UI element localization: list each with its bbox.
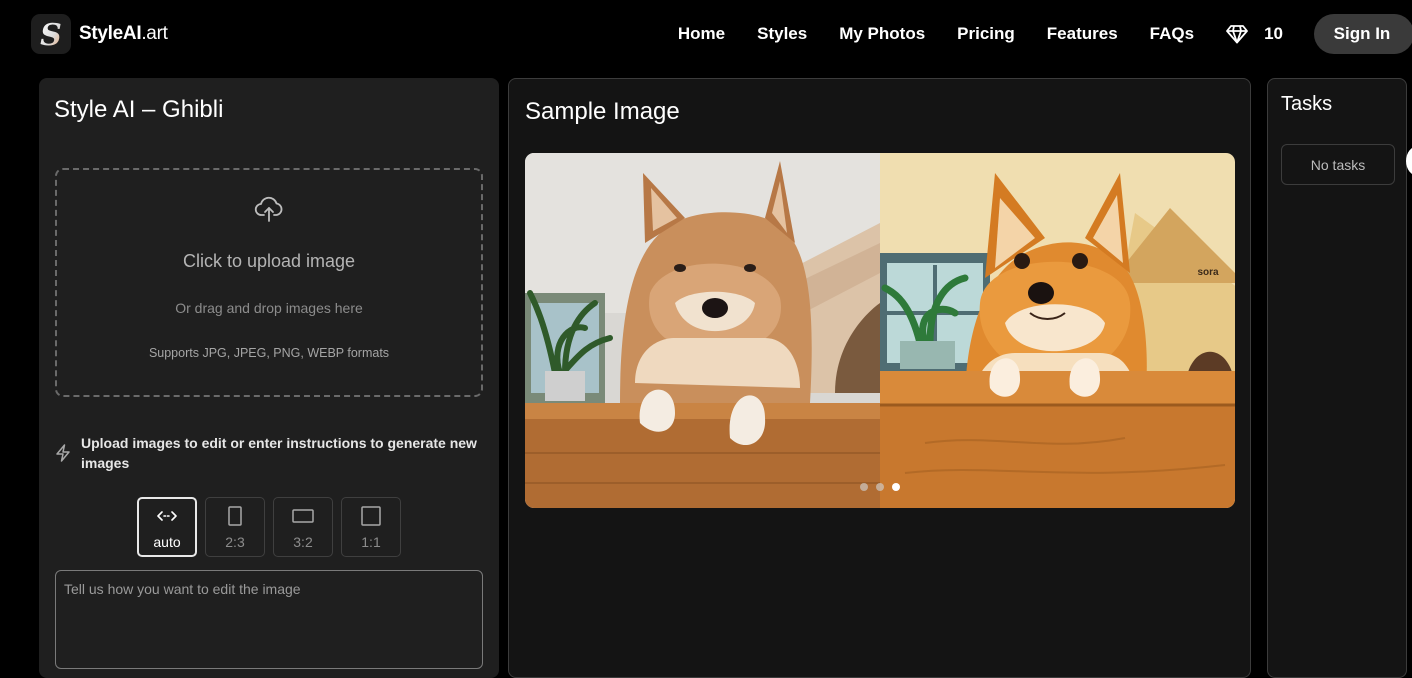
hint-row: Upload images to edit or enter instructi… xyxy=(55,433,485,473)
ghibli-illustration: sora xyxy=(880,153,1235,508)
credits-counter[interactable]: 10 xyxy=(1226,24,1283,44)
brand-logo[interactable]: S StyleAI.art xyxy=(31,14,168,54)
logo-mark: S xyxy=(31,14,71,54)
no-tasks-placeholder: No tasks xyxy=(1281,144,1395,185)
carousel-dots xyxy=(860,483,908,491)
top-navbar: S StyleAI.art Home Styles My Photos Pric… xyxy=(0,0,1412,68)
ratio-label: auto xyxy=(153,534,181,550)
sign-in-button[interactable]: Sign In xyxy=(1314,14,1412,54)
landscape-frame-icon xyxy=(292,509,314,523)
ratio-3-2[interactable]: 3:2 xyxy=(273,497,333,557)
resize-arrows-icon xyxy=(157,511,177,521)
generator-panel: Style AI – Ghibli Click to upload image … xyxy=(39,78,499,678)
brand-name: StyleAI.art xyxy=(79,23,168,45)
nav-faqs[interactable]: FAQs xyxy=(1150,24,1194,44)
square-frame-icon xyxy=(361,506,381,526)
nav-my-photos[interactable]: My Photos xyxy=(839,24,925,44)
tasks-title: Tasks xyxy=(1281,93,1333,115)
portrait-frame-icon xyxy=(228,506,242,526)
ratio-label: 2:3 xyxy=(225,534,245,550)
cloud-upload-icon xyxy=(254,196,283,222)
upload-dropzone[interactable]: Click to upload image Or drag and drop i… xyxy=(55,168,483,397)
carousel-dot-1[interactable] xyxy=(860,483,868,491)
nav-home[interactable]: Home xyxy=(678,24,725,44)
brand-name-main: StyleAI xyxy=(79,23,142,44)
brand-name-tld: .art xyxy=(141,23,168,44)
sample-image: sora xyxy=(525,153,1235,508)
main-nav: Home Styles My Photos Pricing Features F… xyxy=(678,0,1412,68)
nav-styles[interactable]: Styles xyxy=(757,24,807,44)
lightning-icon xyxy=(56,444,70,462)
credits-count: 10 xyxy=(1264,24,1283,43)
svg-text:sora: sora xyxy=(1197,267,1219,278)
original-photo xyxy=(525,153,880,508)
tasks-panel: Tasks No tasks xyxy=(1267,78,1407,678)
aspect-ratio-selector: auto 2:3 3:2 1:1 xyxy=(137,497,409,557)
ratio-label: 1:1 xyxy=(361,534,381,550)
ratio-2-3[interactable]: 2:3 xyxy=(205,497,265,557)
diamond-icon xyxy=(1226,25,1248,44)
sample-image-carousel[interactable]: sora xyxy=(525,153,1235,508)
nav-features[interactable]: Features xyxy=(1047,24,1118,44)
hint-text: Upload images to edit or enter instructi… xyxy=(81,435,477,471)
carousel-dot-2[interactable] xyxy=(876,483,884,491)
upload-title: Click to upload image xyxy=(182,251,356,271)
upload-subtitle: Or drag and drop images here xyxy=(175,300,363,316)
ratio-auto[interactable]: auto xyxy=(137,497,197,557)
nav-pricing[interactable]: Pricing xyxy=(957,24,1015,44)
edit-instructions-input[interactable] xyxy=(55,570,483,669)
svg-text:S: S xyxy=(40,18,62,53)
ratio-label: 3:2 xyxy=(293,534,313,550)
sample-panel: Sample Image sora xyxy=(508,78,1251,678)
upload-formats: Supports JPG, JPEG, PNG, WEBP formats xyxy=(148,346,390,360)
ratio-1-1[interactable]: 1:1 xyxy=(341,497,401,557)
carousel-dot-3[interactable] xyxy=(892,483,900,491)
panel-title: Style AI – Ghibli xyxy=(54,96,224,123)
sample-title: Sample Image xyxy=(525,98,680,125)
